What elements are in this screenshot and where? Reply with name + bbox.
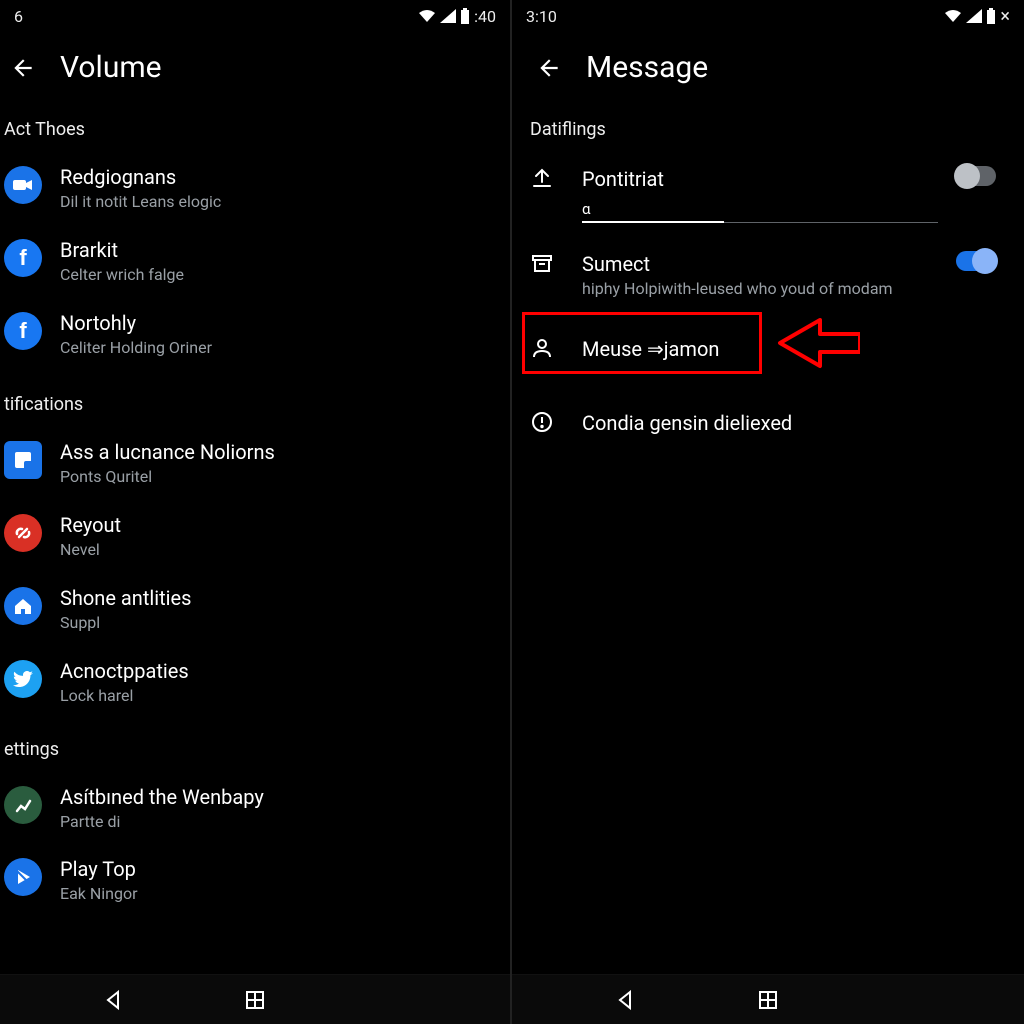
triangle-back-icon xyxy=(614,989,636,1011)
status-icons: × xyxy=(944,6,1010,27)
right-screen: 3:10 × Message Datiflings Pontitriat α xyxy=(512,0,1024,1024)
square-recents-icon xyxy=(758,990,778,1010)
nav-back-button[interactable] xyxy=(83,980,143,1020)
item-title: Redgiognans xyxy=(60,164,506,190)
item-title: Acnoctppaties xyxy=(60,658,506,684)
triangle-back-icon xyxy=(102,989,124,1011)
section-label-actthoes: Act Thoes xyxy=(4,107,506,152)
header: Message xyxy=(512,32,1024,107)
left-screen: 6 :40 Volume Act Thoes Redgiognans Dil i… xyxy=(0,0,512,1024)
toggle-off[interactable] xyxy=(956,166,996,186)
upload-icon xyxy=(530,166,564,200)
header: Volume xyxy=(0,32,510,107)
signal-icon xyxy=(966,9,982,23)
notification-icon xyxy=(4,441,42,479)
item-title: Ass a lucnance Noliorns xyxy=(60,439,506,465)
item-title: Pontitriat xyxy=(582,166,938,192)
arrow-left-icon xyxy=(10,55,36,81)
item-title: Shone antlities xyxy=(60,585,506,611)
item-sumect[interactable]: Sumect hiphy Holpiwith-leused who youd o… xyxy=(530,237,1006,314)
wifi-icon xyxy=(944,9,962,23)
item-subtitle: Eak Ningor xyxy=(60,884,506,905)
nav-bar xyxy=(0,974,510,1024)
alert-icon xyxy=(530,410,564,444)
chart-icon xyxy=(4,786,42,824)
nav-bar xyxy=(512,974,1024,1024)
status-clock: :40 xyxy=(474,7,496,26)
link-icon xyxy=(4,514,42,552)
item-title: Reyout xyxy=(60,512,506,538)
section-label-datiflings: Datiflings xyxy=(530,107,1006,152)
battery-icon xyxy=(986,8,996,24)
section-label-ettings: ettings xyxy=(4,719,506,772)
status-clock: 3:10 xyxy=(526,7,557,26)
status-bar: 6 :40 xyxy=(0,0,510,32)
close-icon: × xyxy=(1000,6,1010,27)
item-asitbined[interactable]: Asítbıned the Wenbapy Partte di xyxy=(4,772,506,845)
item-subtitle: Dil it notit Leans elogic xyxy=(60,192,506,213)
item-acnoctppaties[interactable]: Acnoctppaties Lock harel xyxy=(4,646,506,719)
back-button[interactable] xyxy=(532,51,566,85)
item-pontitriat[interactable]: Pontitriat α xyxy=(530,152,1006,237)
item-title: Sumect xyxy=(582,251,938,277)
signal-icon xyxy=(440,9,456,23)
item-subtitle: Suppl xyxy=(60,613,506,634)
nav-recents-button[interactable] xyxy=(738,980,798,1020)
item-title: Brarkit xyxy=(60,237,506,263)
status-bar: 3:10 × xyxy=(512,0,1024,32)
item-asslucnance[interactable]: Ass a lucnance Noliorns Ponts Quritel xyxy=(4,427,506,500)
item-title: Nortohly xyxy=(60,310,506,336)
item-subtitle: Lock harel xyxy=(60,686,506,707)
arrow-left-icon xyxy=(536,55,562,81)
facebook-icon: f xyxy=(4,312,42,350)
item-subtitle: Celter wrich falge xyxy=(60,265,506,286)
nav-back-button[interactable] xyxy=(595,980,655,1020)
page-title: Volume xyxy=(60,50,162,85)
item-title: Meuse ⇒jamon xyxy=(582,336,1006,362)
item-nortohly[interactable]: f Nortohly Celiter Holding Oriner xyxy=(4,298,506,371)
item-title: Condia gensin dieliexed xyxy=(582,410,1006,436)
item-subtitle: Partte di xyxy=(60,812,506,833)
item-reyout[interactable]: Reyout Nevel xyxy=(4,500,506,573)
item-subtitle: Ponts Quritel xyxy=(60,467,506,488)
item-shone[interactable]: Shone antlities Suppl xyxy=(4,573,506,646)
camera-icon xyxy=(4,166,42,204)
facebook-icon: f xyxy=(4,239,42,277)
battery-icon xyxy=(460,8,470,24)
twitter-icon xyxy=(4,660,42,698)
item-brarkit[interactable]: f Brarkit Celter wrich falge xyxy=(4,225,506,298)
item-subtitle: hiphy Holpiwith-leused who youd of modam xyxy=(582,279,938,300)
toggle-on[interactable] xyxy=(956,251,996,271)
section-label-tifications: tifications xyxy=(4,370,506,427)
item-redgiognans[interactable]: Redgiognans Dil it notit Leans elogic xyxy=(4,152,506,225)
page-title: Message xyxy=(586,50,708,85)
input-value: α xyxy=(582,200,938,222)
item-subtitle: Nevel xyxy=(60,540,506,561)
content-scroll[interactable]: Datiflings Pontitriat α Sumect xyxy=(512,107,1024,974)
item-subtitle: Celiter Holding Oriner xyxy=(60,338,506,359)
status-icons: :40 xyxy=(418,7,496,26)
item-title: Asítbıned the Wenbapy xyxy=(60,784,506,810)
play-icon xyxy=(4,858,42,896)
item-playtop[interactable]: Play Top Eak Ningor xyxy=(4,844,506,917)
wifi-icon xyxy=(418,9,436,23)
item-meuse[interactable]: Meuse ⇒jamon xyxy=(530,322,1006,384)
input-field[interactable]: α xyxy=(582,200,938,223)
nav-recents-button[interactable] xyxy=(225,980,285,1020)
square-recents-icon xyxy=(245,990,265,1010)
person-icon xyxy=(530,336,564,370)
status-time-prefix: 6 xyxy=(14,7,23,26)
item-condia[interactable]: Condia gensin dieliexed xyxy=(530,396,1006,458)
home-icon xyxy=(4,587,42,625)
back-button[interactable] xyxy=(6,51,40,85)
item-title: Play Top xyxy=(60,856,506,882)
content-scroll[interactable]: Act Thoes Redgiognans Dil it notit Leans… xyxy=(0,107,510,974)
archive-icon xyxy=(530,251,564,285)
